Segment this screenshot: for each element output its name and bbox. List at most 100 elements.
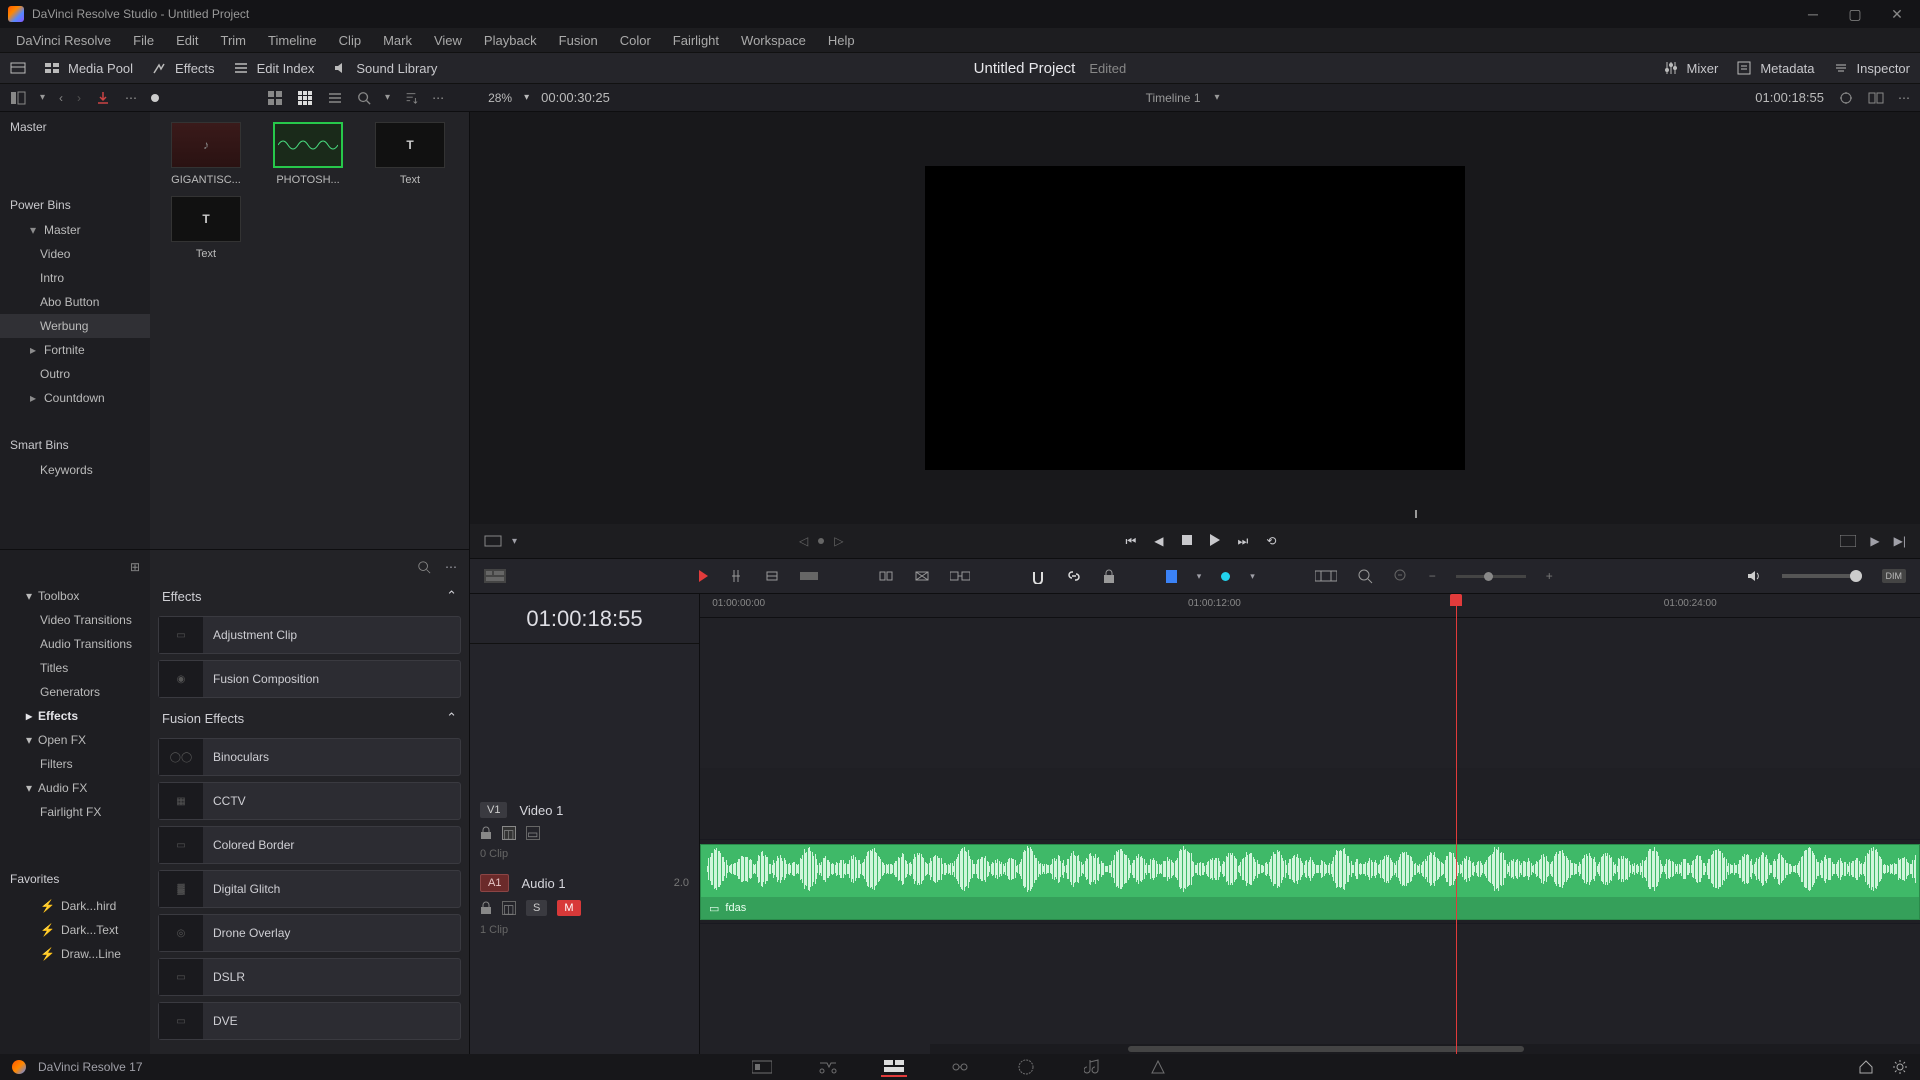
more-icon[interactable]: ⋯ (445, 560, 457, 574)
more-icon[interactable]: ⋯ (432, 91, 444, 105)
effect-item[interactable]: ▭DSLR (158, 958, 461, 996)
zoom-fit-icon[interactable] (1357, 568, 1373, 584)
tab-edit[interactable] (881, 1057, 907, 1077)
menu-clip[interactable]: Clip (329, 30, 371, 51)
smart-bins-header[interactable]: Smart Bins (0, 430, 150, 458)
audio-track-header[interactable]: A1Audio 12.0 ◫SM 1 Clip (470, 866, 700, 950)
effect-item[interactable]: ▭Colored Border (158, 826, 461, 864)
effects-button[interactable]: Effects (151, 60, 215, 76)
inspector-button[interactable]: Inspector (1833, 60, 1910, 76)
mixer-button[interactable]: Mixer (1663, 60, 1719, 76)
timeline-view-icon[interactable] (484, 569, 506, 583)
chevron-down-icon[interactable]: ▾ (1250, 571, 1255, 582)
position-tool-icon[interactable] (800, 570, 818, 582)
plus-icon[interactable]: + (1546, 569, 1553, 583)
record-icon[interactable] (151, 94, 159, 102)
next-clip-icon[interactable]: ▷ (834, 534, 843, 548)
next-icon[interactable]: › (77, 91, 81, 105)
trim-tool-icon[interactable] (764, 568, 780, 584)
tree-node[interactable]: ▾Open FX (0, 728, 150, 752)
thumb-view-icon[interactable] (267, 90, 283, 106)
viewer[interactable] (470, 112, 1920, 524)
menu-davinci-resolve[interactable]: DaVinci Resolve (6, 30, 121, 51)
bins-view-icon[interactable] (10, 90, 26, 106)
tree-node[interactable]: Titles (0, 656, 150, 680)
scope-icon[interactable] (1838, 90, 1854, 106)
tree-node[interactable]: Abo Button (0, 290, 150, 314)
sort-icon[interactable] (404, 91, 418, 105)
menu-view[interactable]: View (424, 30, 472, 51)
chevron-down-icon[interactable]: ▾ (40, 92, 45, 103)
effect-item[interactable]: ▭DVE (158, 1002, 461, 1040)
menu-trim[interactable]: Trim (211, 30, 257, 51)
step-back-icon[interactable]: ◀ (1154, 534, 1163, 548)
playhead-icon[interactable] (1450, 594, 1462, 606)
toggle-icon[interactable]: ▭ (526, 826, 540, 840)
audio-clip[interactable]: ▭fdas (700, 844, 1920, 920)
step-fwd-icon[interactable]: ▶ (1870, 534, 1879, 548)
tree-node[interactable]: Audio Transitions (0, 632, 150, 656)
fav-item[interactable]: ⚡Draw...Line (0, 942, 150, 966)
minus-icon[interactable]: − (1429, 569, 1436, 583)
search-icon[interactable] (417, 560, 431, 574)
tree-node[interactable]: Outro (0, 362, 150, 386)
tree-node[interactable]: Filters (0, 752, 150, 776)
edit-index-button[interactable]: Edit Index (233, 60, 315, 76)
chevron-down-icon[interactable]: ▾ (1197, 571, 1202, 582)
clip-item[interactable]: ♪GIGANTISC... (160, 122, 252, 186)
split-view-icon[interactable] (1868, 90, 1884, 106)
more-icon[interactable]: ⋯ (1898, 91, 1910, 105)
tree-node[interactable]: Video Transitions (0, 608, 150, 632)
volume-slider[interactable] (1782, 574, 1862, 578)
clip-item[interactable]: TText (364, 122, 456, 186)
mute-button[interactable]: M (557, 900, 580, 916)
menu-help[interactable]: Help (818, 30, 865, 51)
tree-node[interactable]: Generators (0, 680, 150, 704)
range-icon[interactable] (1315, 569, 1337, 583)
replace-icon[interactable] (950, 568, 970, 584)
more-icon[interactable]: ⋯ (125, 91, 137, 105)
video-track-header[interactable]: V1Video 1 ◫▭ 0 Clip (470, 794, 700, 866)
tree-node[interactable]: Keywords (0, 458, 150, 482)
home-icon[interactable] (1858, 1059, 1874, 1075)
audio-track-area[interactable]: ▭fdas (700, 840, 1920, 923)
import-button[interactable] (95, 90, 111, 106)
timeline-ruler[interactable]: 01:00:00:00 01:00:12:00 01:00:24:00 (700, 594, 1920, 618)
loop-icon[interactable]: ⟲ (1266, 534, 1276, 548)
tree-node[interactable]: Werbung (0, 314, 150, 338)
menu-timeline[interactable]: Timeline (258, 30, 327, 51)
overwrite-icon[interactable] (914, 568, 930, 584)
menu-fusion[interactable]: Fusion (549, 30, 608, 51)
video-track-area[interactable] (700, 768, 1920, 839)
chevron-down-icon[interactable]: ▾ (524, 92, 529, 103)
effect-item[interactable]: ▓Digital Glitch (158, 870, 461, 908)
menu-edit[interactable]: Edit (166, 30, 208, 51)
step-fwd2-icon[interactable]: ▶| (1894, 534, 1906, 548)
tree-node[interactable]: Intro (0, 266, 150, 290)
play-button[interactable] (1210, 534, 1220, 549)
list-view-icon[interactable] (327, 90, 343, 106)
master-header[interactable]: Master (0, 112, 150, 140)
tree-node[interactable]: ▸Fortnite (0, 338, 150, 362)
tab-fairlight[interactable] (1079, 1057, 1105, 1077)
tree-node[interactable]: ▾Audio FX (0, 776, 150, 800)
menu-workspace[interactable]: Workspace (731, 30, 816, 51)
gear-icon[interactable] (1892, 1059, 1908, 1075)
metadata-button[interactable]: Metadata (1736, 60, 1814, 76)
toggle-icon[interactable]: ◫ (502, 826, 516, 840)
menu-file[interactable]: File (123, 30, 164, 51)
lock-icon[interactable] (1102, 568, 1116, 584)
stop-button[interactable] (1182, 534, 1192, 548)
grid-view-icon[interactable] (297, 90, 313, 106)
go-start-icon[interactable]: ⏮ (1125, 534, 1136, 549)
prev-icon[interactable]: ‹ (59, 91, 63, 105)
chevron-down-icon[interactable]: ▾ (512, 536, 517, 547)
maximize-button[interactable]: ▢ (1840, 2, 1870, 26)
tab-color[interactable] (1013, 1057, 1039, 1077)
category-header[interactable]: Fusion Effects (162, 711, 244, 726)
selection-tool-icon[interactable] (699, 570, 708, 582)
marker-icon[interactable] (1221, 572, 1230, 581)
lock-icon[interactable] (480, 826, 492, 840)
media-pool[interactable]: ♪GIGANTISC... PHOTOSH... TText TText (150, 112, 469, 549)
blade-tool-icon[interactable] (728, 568, 744, 584)
